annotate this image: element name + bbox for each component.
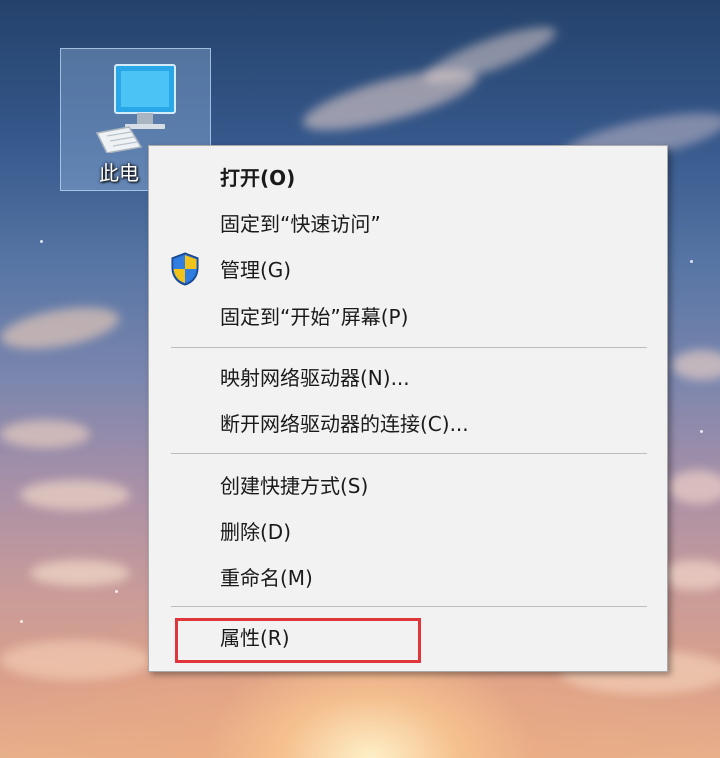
menu-item-pin-quick-access[interactable]: 固定到“快速访问” [149, 202, 667, 246]
menu-item-label: 固定到“开始”屏幕(P) [220, 305, 409, 329]
menu-separator [171, 347, 647, 348]
uac-shield-icon [171, 252, 199, 286]
properties-highlight-box [175, 618, 421, 663]
menu-item-label: 创建快捷方式(S) [220, 474, 369, 498]
menu-item-label: 删除(D) [220, 520, 292, 544]
menu-item-manage[interactable]: 管理(G) [149, 248, 667, 292]
menu-item-label: 重命名(M) [220, 566, 313, 590]
menu-item-pin-start[interactable]: 固定到“开始”屏幕(P) [149, 295, 667, 339]
desktop-icon-label: 此电 [99, 161, 139, 185]
menu-item-open[interactable]: 打开(O) [149, 156, 667, 200]
menu-item-label: 断开网络驱动器的连接(C)... [220, 412, 469, 436]
menu-item-label: 固定到“快速访问” [220, 212, 381, 236]
menu-item-rename[interactable]: 重命名(M) [149, 556, 667, 600]
menu-item-label: 管理(G) [220, 258, 292, 282]
menu-item-map-network-drive[interactable]: 映射网络驱动器(N)... [149, 356, 667, 400]
menu-item-label: 映射网络驱动器(N)... [220, 366, 410, 390]
menu-item-create-shortcut[interactable]: 创建快捷方式(S) [149, 464, 667, 508]
menu-item-label: 打开(O) [220, 166, 296, 190]
menu-separator [171, 606, 647, 607]
context-menu: 打开(O) 固定到“快速访问” 管理(G) 固定到“开始”屏幕(P) 映射网络驱… [148, 145, 668, 672]
menu-item-delete[interactable]: 删除(D) [149, 510, 667, 554]
menu-separator [171, 453, 647, 454]
menu-item-disconnect-network-drive[interactable]: 断开网络驱动器的连接(C)... [149, 402, 667, 446]
computer-icon [95, 64, 176, 153]
